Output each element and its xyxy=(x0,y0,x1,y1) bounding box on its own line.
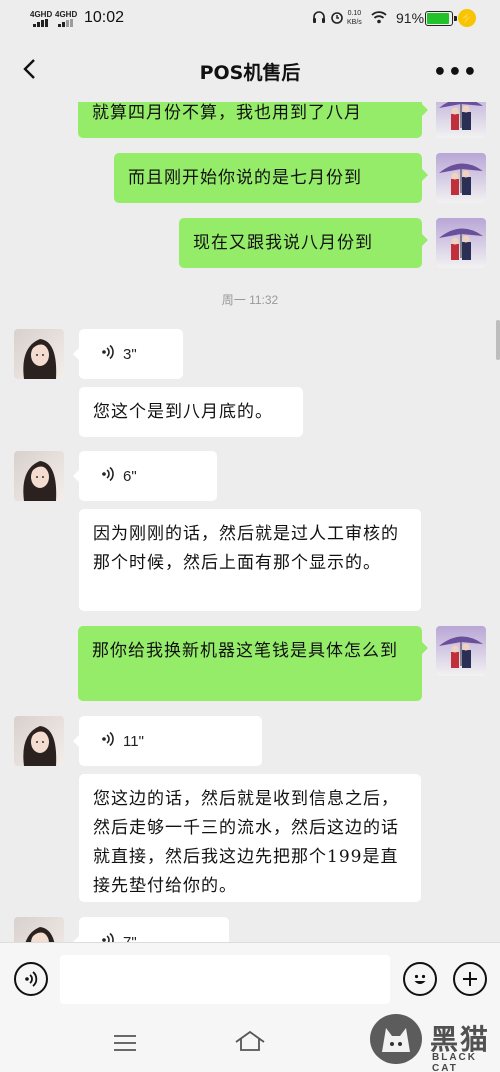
black-cat-logo-icon xyxy=(370,1014,422,1064)
message-bubble[interactable]: 您这个是到八月底的。 xyxy=(79,387,303,437)
message-input[interactable] xyxy=(60,955,390,1004)
message-text: 因为刚刚的话，然后就是过人工审核的那个时候，然后上面有那个显示的。 xyxy=(93,524,399,573)
voice-wave-icon xyxy=(101,731,115,751)
charging-icon: ⚡ xyxy=(458,9,476,27)
contact-avatar[interactable] xyxy=(14,716,64,766)
message-list[interactable]: 就算四月份不算，我也用到了八月 而且刚开始你说的是七月份到 现在又跟我说八月份到… xyxy=(0,102,500,942)
chat-title: POS机售后 xyxy=(199,62,301,84)
status-bar: 4GHD 4GHD 10:02 0.10 KB/s 91% ⚡ xyxy=(0,0,500,38)
message-text: 那你给我换新机器这笔钱是具体怎么到 xyxy=(92,641,398,661)
signal-icon-2 xyxy=(58,19,73,27)
message-bubble[interactable]: 那你给我换新机器这笔钱是具体怎么到 xyxy=(78,626,428,701)
message-text: 您这个是到八月底的。 xyxy=(93,402,273,422)
message-bubble[interactable]: 现在又跟我说八月份到 xyxy=(179,218,428,268)
voice-duration: 11" xyxy=(123,732,144,750)
scrollbar[interactable] xyxy=(496,320,500,360)
message-text: 就算四月份不算，我也用到了八月 xyxy=(92,103,362,123)
message-text: 您这边的话，然后就是收到信息之后，然后走够一千三的流水，然后这边的话就直接，然后… xyxy=(93,789,399,896)
my-avatar[interactable] xyxy=(436,102,486,138)
chat-header: POS机售后 ••• xyxy=(0,38,500,102)
alarm-icon xyxy=(330,10,344,27)
message-text: 现在又跟我说八月份到 xyxy=(193,233,373,253)
add-attachment-button[interactable] xyxy=(453,962,487,996)
network-type-1: 4GHD xyxy=(30,10,53,19)
signal-icon-1 xyxy=(33,19,48,27)
voice-message[interactable]: 7" xyxy=(73,917,229,943)
message-bubble[interactable]: 而且刚开始你说的是七月份到 xyxy=(114,153,428,203)
message-bubble[interactable]: 因为刚刚的话，然后就是过人工审核的那个时候，然后上面有那个显示的。 xyxy=(79,509,421,611)
emoji-button[interactable] xyxy=(403,962,437,996)
menu-icon[interactable] xyxy=(113,1034,137,1056)
voice-message[interactable]: 3" xyxy=(73,329,183,379)
headphones-icon xyxy=(312,10,326,27)
voice-duration: 7" xyxy=(123,933,137,943)
status-time: 10:02 xyxy=(84,9,125,26)
my-avatar[interactable] xyxy=(436,218,486,268)
watermark: 黑猫 BLACK CAT xyxy=(366,996,500,1072)
network-type-2: 4GHD xyxy=(55,10,78,19)
network-speed: 0.10 KB/s xyxy=(347,10,362,26)
wifi-icon xyxy=(371,10,387,27)
timestamp: 周一 11:32 xyxy=(221,293,279,307)
contact-avatar[interactable] xyxy=(14,329,64,379)
voice-duration: 3" xyxy=(123,345,137,363)
contact-avatar[interactable] xyxy=(14,917,64,942)
voice-wave-icon xyxy=(101,932,115,942)
my-avatar[interactable] xyxy=(436,626,486,676)
message-bubble[interactable]: 就算四月份不算，我也用到了八月 xyxy=(78,102,428,138)
message-text: 而且刚开始你说的是七月份到 xyxy=(128,168,362,188)
home-icon[interactable] xyxy=(234,1030,266,1056)
voice-message[interactable]: 6" xyxy=(73,451,217,501)
battery-icon xyxy=(425,11,457,26)
voice-message[interactable]: 11" xyxy=(73,716,262,766)
watermark-english-text: BLACK CAT xyxy=(432,1052,477,1072)
my-avatar[interactable] xyxy=(436,153,486,203)
message-bubble[interactable]: 您这边的话，然后就是收到信息之后，然后走够一千三的流水，然后这边的话就直接，然后… xyxy=(79,774,421,902)
more-options-icon[interactable]: ••• xyxy=(433,60,478,85)
battery-percent: 91% xyxy=(396,10,425,26)
voice-duration: 6" xyxy=(123,467,137,485)
voice-wave-icon xyxy=(101,466,115,486)
voice-wave-icon xyxy=(101,344,115,364)
voice-input-button[interactable] xyxy=(14,962,48,996)
contact-avatar[interactable] xyxy=(14,451,64,501)
